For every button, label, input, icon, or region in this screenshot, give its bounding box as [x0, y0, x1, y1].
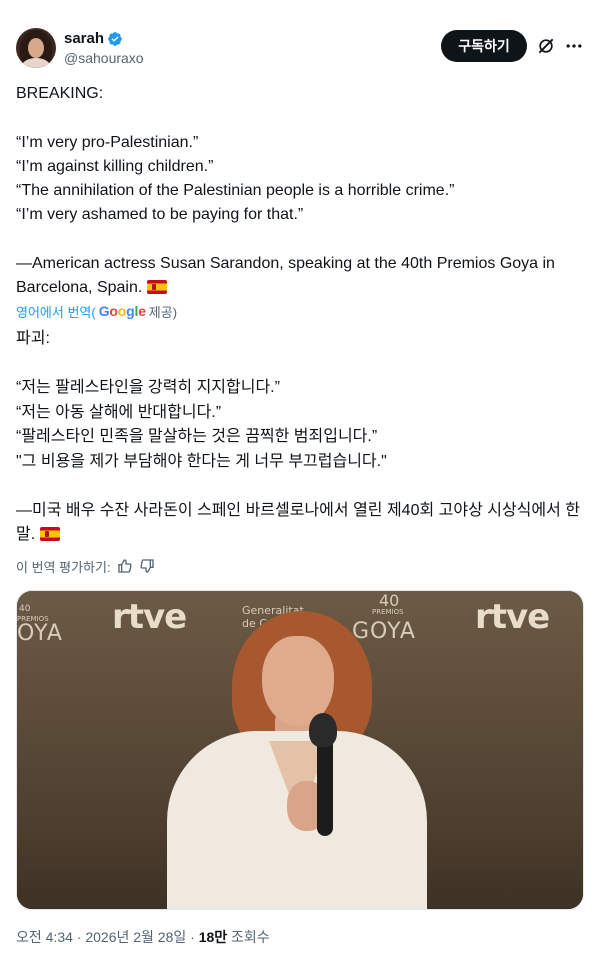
- subscribe-button[interactable]: 구독하기: [441, 30, 527, 62]
- translated-text: 파괴: “저는 팔레스타인을 강력히 지지합니다.” “저는 아동 살해에 반대…: [16, 327, 582, 548]
- verified-badge-icon: [108, 32, 122, 46]
- spain-flag-icon-translated: [39, 527, 60, 541]
- grok-icon[interactable]: [536, 36, 556, 56]
- translated-body: 파괴: “저는 팔레스타인을 강력히 지지합니다.” “저는 아동 살해에 반대…: [16, 330, 581, 543]
- display-name-row[interactable]: sarah: [64, 30, 123, 48]
- provided-label: 제공): [148, 304, 178, 320]
- backdrop-goya-center: GOYA: [352, 619, 416, 644]
- translation-attribution[interactable]: 영어에서 번역( Google 제공): [16, 302, 177, 320]
- user-name-block: sarah @sahouraxo: [64, 30, 144, 67]
- thumbs-down-icon[interactable]: [139, 558, 155, 574]
- tweet-body: BREAKING: “I’m very pro-Palestinian.” “I…: [16, 85, 555, 297]
- views-label: 조회수: [227, 929, 270, 945]
- translated-from-label[interactable]: 영어에서 번역(: [16, 302, 96, 321]
- user-handle[interactable]: @sahouraxo: [64, 49, 144, 67]
- microphone-head: [309, 713, 337, 747]
- google-logo: Google: [98, 303, 146, 319]
- rate-translation-label: 이 번역 평가하기:: [16, 559, 111, 575]
- tweet-header: sarah @sahouraxo 구독하기: [16, 28, 582, 72]
- backdrop-rtve-1: rtve: [112, 597, 187, 637]
- timestamp[interactable]: 오전 4:34 · 2026년 2월 28일 ·: [16, 929, 199, 945]
- display-name[interactable]: sarah: [64, 30, 104, 48]
- tweet-video[interactable]: 40 PREMIOS OYA rtve Generalitat de Catal…: [16, 590, 584, 910]
- tweet-meta: 오전 4:34 · 2026년 2월 28일 · 18만 조회수: [16, 928, 270, 946]
- backdrop-rtve-2: rtve: [475, 597, 550, 637]
- view-count: 18만: [198, 929, 228, 945]
- tweet-text: BREAKING: “I’m very pro-Palestinian.” “I…: [16, 82, 582, 301]
- backdrop-goya-left: OYA: [17, 621, 63, 646]
- thumbs-up-icon[interactable]: [117, 558, 133, 574]
- avatar[interactable]: [16, 28, 56, 68]
- more-icon[interactable]: [564, 36, 584, 56]
- rate-translation: 이 번역 평가하기:: [16, 557, 155, 575]
- backdrop-goya-center-premios: PREMIOS: [372, 608, 404, 616]
- spain-flag-icon: [146, 280, 167, 295]
